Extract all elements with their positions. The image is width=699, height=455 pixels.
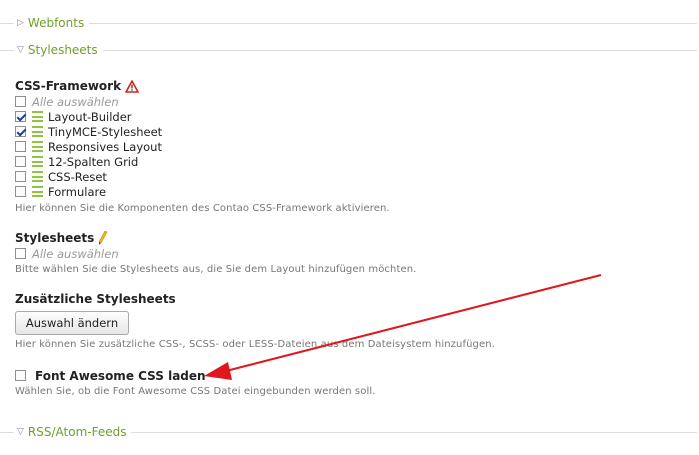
css-framework-option[interactable]: CSS-Reset bbox=[15, 169, 107, 184]
option-label: 12-Spalten Grid bbox=[48, 154, 139, 169]
stylesheets-help: Bitte wählen Sie die Stylesheets aus, di… bbox=[15, 264, 417, 275]
css-framework-option[interactable]: Responsives Layout bbox=[15, 139, 162, 154]
option-label: Layout-Builder bbox=[48, 109, 132, 124]
annotation-arrow-line bbox=[225, 274, 602, 372]
legend-line bbox=[0, 431, 14, 433]
pencil-icon bbox=[98, 231, 108, 245]
drag-handle-icon[interactable] bbox=[32, 186, 43, 197]
triangle-down-icon: ▽ bbox=[17, 45, 24, 55]
change-selection-button[interactable]: Auswahl ändern bbox=[15, 311, 129, 335]
css-framework-option[interactable]: TinyMCE-Stylesheet bbox=[15, 124, 162, 139]
drag-handle-icon[interactable] bbox=[32, 126, 43, 137]
section-webfonts-label[interactable]: Webfonts bbox=[28, 16, 84, 30]
triangle-down-icon: ▽ bbox=[17, 427, 24, 437]
font-awesome-help: Wählen Sie, ob die Font Awesome CSS Date… bbox=[15, 386, 376, 397]
select-all-row[interactable]: Alle auswählen bbox=[15, 94, 119, 109]
stylesheets-heading: Stylesheets bbox=[15, 231, 108, 245]
stylesheets-select-all-checkbox[interactable] bbox=[15, 248, 26, 259]
stylesheets-select-all-row[interactable]: Alle auswählen bbox=[15, 246, 119, 261]
option-checkbox[interactable] bbox=[15, 156, 26, 167]
option-label: TinyMCE-Stylesheet bbox=[48, 124, 163, 139]
select-all-checkbox[interactable] bbox=[15, 96, 26, 107]
stylesheets-label: Stylesheets bbox=[15, 231, 95, 245]
css-framework-option[interactable]: Layout-Builder bbox=[15, 109, 132, 124]
option-label: Formulare bbox=[48, 184, 107, 199]
css-framework-help: Hier können Sie die Komponenten des Cont… bbox=[15, 203, 390, 214]
font-awesome-label[interactable]: Font Awesome CSS laden bbox=[35, 369, 206, 383]
section-rss-label[interactable]: RSS/Atom-Feeds bbox=[28, 425, 127, 439]
drag-handle-icon[interactable] bbox=[32, 141, 43, 152]
css-framework-label: CSS-Framework bbox=[15, 79, 122, 93]
option-checkbox[interactable] bbox=[15, 171, 26, 182]
option-checkbox[interactable] bbox=[15, 141, 26, 152]
drag-handle-icon[interactable] bbox=[32, 171, 43, 182]
extra-stylesheets-label: Zusätzliche Stylesheets bbox=[15, 292, 176, 306]
option-checkbox[interactable] bbox=[15, 186, 26, 197]
option-label: Responsives Layout bbox=[48, 139, 162, 154]
select-all-label: Alle auswählen bbox=[32, 94, 119, 109]
drag-handle-icon[interactable] bbox=[32, 156, 43, 167]
font-awesome-row[interactable]: Font Awesome CSS laden bbox=[15, 368, 206, 383]
annotation-arrow-head bbox=[204, 362, 232, 380]
legend-line bbox=[102, 49, 697, 51]
option-checkbox[interactable] bbox=[15, 111, 26, 122]
section-stylesheets-label[interactable]: Stylesheets bbox=[28, 43, 98, 57]
legend-line bbox=[89, 22, 697, 24]
option-label: CSS-Reset bbox=[48, 169, 107, 184]
section-rss[interactable]: ▽ RSS/Atom-Feeds bbox=[0, 425, 699, 439]
extra-stylesheets-heading: Zusätzliche Stylesheets bbox=[15, 292, 176, 306]
drag-handle-icon[interactable] bbox=[32, 111, 43, 122]
option-checkbox[interactable] bbox=[15, 126, 26, 137]
css-framework-option[interactable]: Formulare bbox=[15, 184, 106, 199]
extra-stylesheets-help: Hier können Sie zusätzliche CSS-, SCSS- … bbox=[15, 339, 495, 350]
legend-line bbox=[0, 49, 14, 51]
legend-line bbox=[131, 431, 697, 433]
section-webfonts[interactable]: ▷ Webfonts bbox=[0, 16, 699, 30]
css-framework-option[interactable]: 12-Spalten Grid bbox=[15, 154, 138, 169]
warning-icon bbox=[125, 79, 139, 93]
section-stylesheets[interactable]: ▽ Stylesheets bbox=[0, 43, 699, 57]
stylesheets-select-all-label: Alle auswählen bbox=[32, 246, 119, 261]
triangle-right-icon: ▷ bbox=[17, 18, 24, 28]
css-framework-heading: CSS-Framework bbox=[15, 79, 139, 93]
legend-line bbox=[0, 22, 14, 24]
font-awesome-checkbox[interactable] bbox=[15, 370, 26, 381]
